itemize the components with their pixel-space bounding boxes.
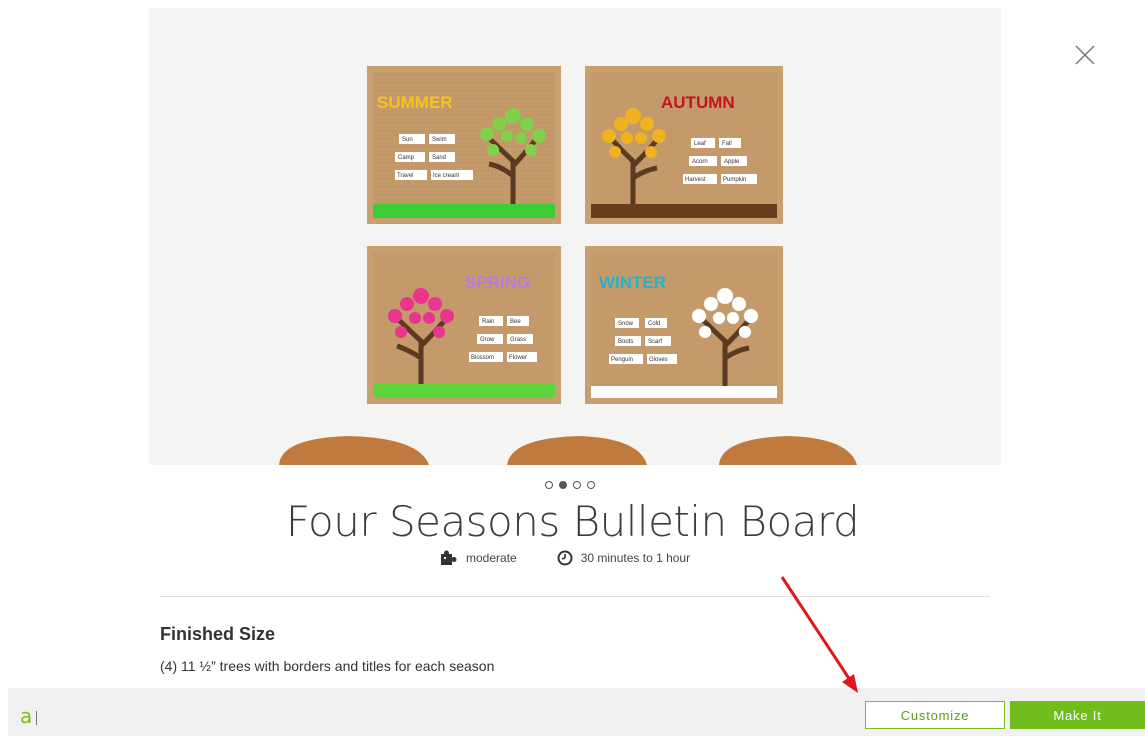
svg-text:Cold: Cold	[648, 321, 660, 327]
svg-text:Rain: Rain	[482, 319, 494, 325]
close-icon	[1075, 45, 1095, 65]
svg-text:Blossom: Blossom	[471, 355, 494, 361]
svg-text:Travel: Travel	[397, 173, 413, 179]
svg-text:Grass: Grass	[510, 337, 526, 343]
svg-text:Gloves: Gloves	[649, 357, 668, 363]
svg-text:Camp: Camp	[398, 155, 415, 161]
carousel-dot-4[interactable]	[587, 481, 595, 489]
svg-text:Swim: Swim	[432, 137, 447, 143]
svg-text:Bee: Bee	[510, 319, 521, 325]
time-label: 30 minutes to 1 hour	[580, 551, 691, 565]
carousel-dots	[545, 481, 595, 489]
svg-text:Leaf: Leaf	[694, 141, 706, 147]
svg-text:Penguin: Penguin	[611, 357, 633, 363]
difficulty-label: moderate	[466, 551, 517, 565]
difficulty: moderate	[440, 550, 517, 566]
carousel-dot-2[interactable]	[559, 481, 567, 489]
svg-text:Pumpkin: Pumpkin	[723, 177, 746, 183]
svg-text:Sand: Sand	[432, 155, 446, 161]
finished-size-heading: Finished Size	[160, 624, 276, 644]
svg-text:Acorn: Acorn	[692, 159, 708, 165]
logo-letter: a	[20, 704, 33, 728]
divider	[160, 596, 990, 597]
board-winter: WINTER Snow Cold Boots Scarf Penguin Glo…	[585, 246, 783, 404]
board-title: WINTER	[599, 273, 666, 292]
bulletin-board-photo: SUMMER Sun Swim Camp Sand Travel Ice cre…	[149, 8, 1001, 465]
make-it-button[interactable]: Make It	[1010, 701, 1145, 729]
carousel-dot-3[interactable]	[573, 481, 581, 489]
svg-text:Ice cream: Ice cream	[433, 173, 459, 179]
board-title: SPRING	[465, 273, 530, 292]
board-title: AUTUMN	[661, 93, 735, 112]
board-title: SUMMER	[377, 93, 453, 112]
logo-separator	[36, 711, 38, 725]
project-image: SUMMER Sun Swim Camp Sand Travel Ice cre…	[149, 8, 1001, 465]
customize-button[interactable]: Customize	[865, 701, 1005, 729]
close-button[interactable]	[1070, 40, 1100, 70]
svg-text:Boots: Boots	[618, 339, 633, 345]
svg-text:Fall: Fall	[722, 141, 732, 147]
time: 30 minutes to 1 hour	[557, 550, 690, 566]
word-cards: Rain Bee Grow Grass Blossom Flower	[469, 316, 537, 362]
svg-text:Flower: Flower	[509, 355, 527, 361]
chairs	[279, 436, 857, 465]
svg-text:Grow: Grow	[480, 337, 495, 343]
bottom-action-bar: a Customize Make It	[8, 688, 1145, 736]
puzzle-icon	[440, 550, 458, 566]
clock-icon	[557, 550, 573, 566]
carousel-dot-1[interactable]	[545, 481, 553, 489]
board-spring: SPRING Rain Bee Grow Grass Blossom Flowe…	[367, 246, 561, 404]
board-autumn: AUTUMN Leaf Fall Acorn Apple Harvest Pum…	[585, 66, 783, 224]
project-meta: moderate 30 minutes to 1 hour	[440, 550, 690, 566]
svg-text:Sun: Sun	[402, 137, 413, 143]
board-summer: SUMMER Sun Swim Camp Sand Travel Ice cre…	[367, 66, 561, 224]
svg-text:Scarf: Scarf	[648, 339, 662, 345]
svg-text:Snow: Snow	[618, 321, 634, 327]
project-title: Four Seasons Bulletin Board	[285, 497, 860, 546]
svg-text:Harvest: Harvest	[685, 177, 706, 183]
svg-text:Apple: Apple	[724, 159, 740, 165]
finished-size-text: (4) 11 ½” trees with borders and titles …	[160, 658, 495, 674]
app-logo[interactable]: a	[20, 704, 38, 728]
